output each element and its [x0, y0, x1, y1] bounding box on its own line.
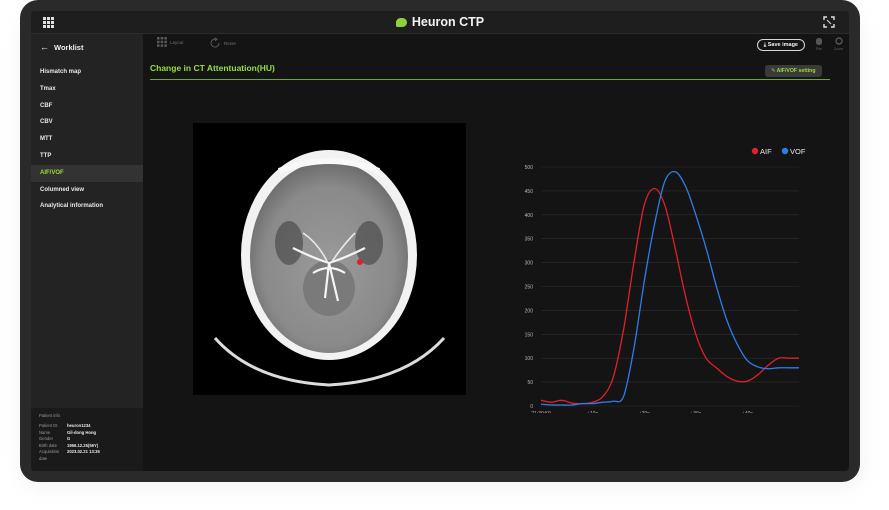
- aif-vof-setting-button[interactable]: ✎ AIF/VOF setting: [765, 65, 822, 77]
- sidebar-item-cbv[interactable]: CBV: [31, 114, 143, 131]
- x-tick-label: +10s: [587, 411, 598, 413]
- ct-brain-image: [213, 150, 446, 387]
- sidebar: ← Worklist Hismatch map Tmax CBF CBV MTT …: [31, 34, 143, 471]
- x-tick-label: +40s: [742, 411, 753, 413]
- patient-info-title: Patient info: [39, 413, 60, 418]
- y-tick-label: 200: [525, 308, 534, 314]
- aif-marker[interactable]: [357, 259, 363, 265]
- app-screen: Heuron CTP ← Worklist Hismatch map Tmax C…: [31, 11, 849, 471]
- attenuation-chart-svg: 0 50 100 150 200 250 300 350 400 450 500 21:39:59 +1…: [525, 147, 806, 417]
- toolbar: Layout Reset ⤓ Save image Pan Zoom: [143, 34, 849, 56]
- save-image-button[interactable]: ⤓ Save image: [756, 39, 805, 51]
- y-tick-label: 150: [525, 332, 534, 338]
- title-divider: [150, 79, 830, 80]
- sidebar-item-aif-vof[interactable]: AIF/VOF: [31, 164, 143, 182]
- sidebar-item-mismatch-map[interactable]: Hismatch map: [31, 64, 143, 81]
- download-icon: ⤓: [763, 42, 767, 48]
- sidebar-item-mtt[interactable]: MTT: [31, 131, 143, 148]
- sidebar-item-tmax[interactable]: Tmax: [31, 81, 143, 98]
- zoom-tool-button[interactable]: Zoom: [834, 37, 843, 51]
- legend-marker-vof: [781, 147, 789, 155]
- hand-icon: [816, 38, 822, 45]
- sidebar-menu: Hismatch map Tmax CBF CBV MTT TTP AIF/VO…: [31, 64, 143, 215]
- arrow-left-icon: ←: [40, 42, 49, 52]
- y-tick-label: 100: [525, 356, 534, 362]
- top-bar: Heuron CTP: [31, 11, 849, 34]
- y-tick-label: 250: [525, 285, 534, 291]
- y-tick-label: 350: [525, 237, 534, 243]
- page-title: Change in CT Attentuation(HU): [150, 63, 275, 73]
- y-tick-label: 400: [525, 213, 534, 219]
- x-tick-label: +20s: [639, 411, 650, 413]
- attenuation-chart: 0 50 100 150 200 250 300 350 400 450 500 21:39:59 +1…: [509, 123, 809, 417]
- y-tick-label: 450: [525, 189, 534, 195]
- fullscreen-icon[interactable]: [823, 16, 835, 28]
- x-tick-label: 21:39:59: [531, 411, 551, 413]
- legend-label-vof: VOF: [790, 147, 806, 156]
- pencil-icon: ✎: [771, 68, 776, 74]
- y-tick-label: 0: [530, 404, 533, 410]
- app-title-text: Heuron CTP: [411, 15, 485, 29]
- worklist-label: Worklist: [54, 43, 84, 52]
- device-frame: Heuron CTP ← Worklist Hismatch map Tmax C…: [20, 0, 860, 482]
- sidebar-item-analytical-information[interactable]: Analytical information: [31, 198, 143, 215]
- heuron-logo-icon: [395, 18, 407, 27]
- app-title: Heuron CTP: [31, 15, 849, 29]
- sidebar-item-cbf[interactable]: CBF: [31, 98, 143, 115]
- reset-icon: [210, 37, 220, 48]
- x-tick-label: +30s: [690, 411, 701, 413]
- sidebar-item-ttp[interactable]: TTP: [31, 148, 143, 165]
- reset-button[interactable]: Reset: [209, 37, 236, 49]
- legend-label-aif: AIF: [760, 147, 772, 156]
- layout-button[interactable]: Layout: [157, 37, 184, 47]
- layout-grid-icon: [157, 37, 167, 47]
- pan-tool-button[interactable]: Pan: [815, 37, 823, 51]
- series-line-aif: [540, 187, 799, 405]
- patient-row: Acquisition date 2023.02.21 13:35: [39, 449, 100, 461]
- patient-info-panel: Patient info Patient ID heuron1234 Name Gi…: [31, 408, 143, 471]
- worklist-back-button[interactable]: ← Worklist: [40, 42, 83, 52]
- legend-marker-aif: [751, 147, 759, 155]
- sidebar-item-columned-view[interactable]: Columned view: [31, 182, 143, 199]
- y-tick-label: 300: [525, 261, 534, 267]
- y-tick-label: 50: [527, 380, 533, 386]
- y-tick-label: 500: [525, 165, 534, 171]
- ct-scan-viewer[interactable]: [193, 123, 466, 395]
- series-line-vof: [540, 170, 799, 406]
- magnifier-icon: [834, 37, 843, 45]
